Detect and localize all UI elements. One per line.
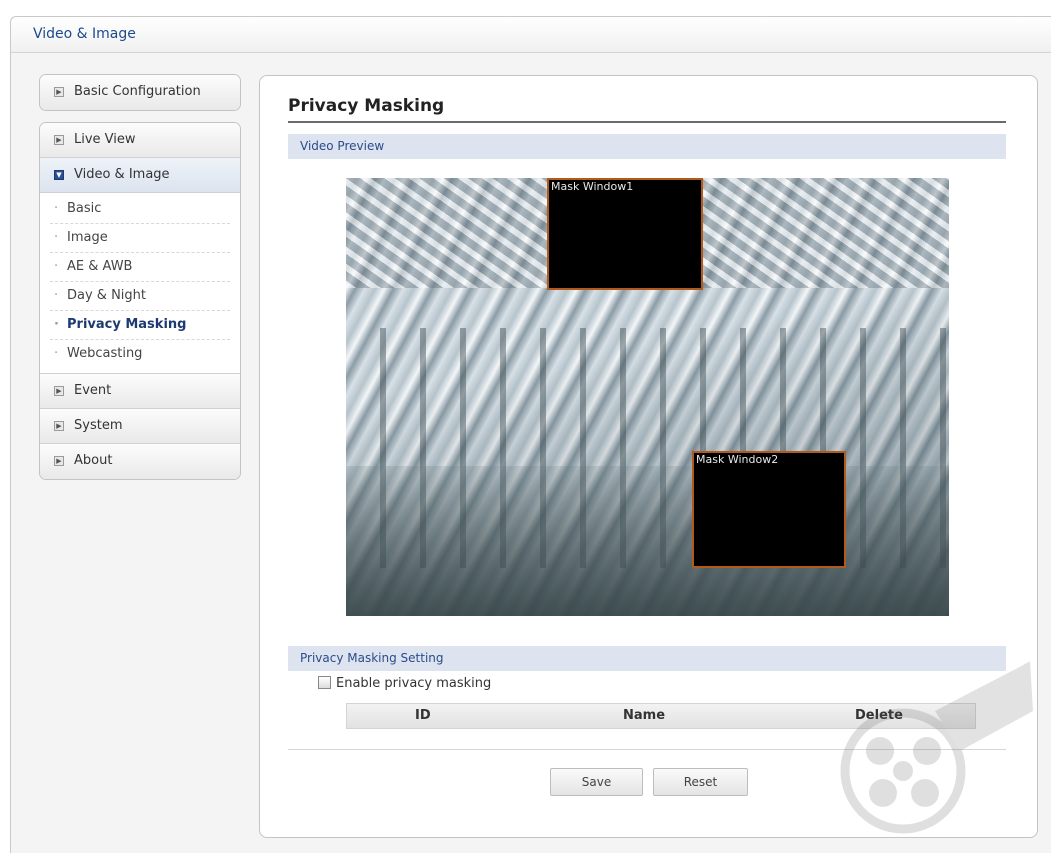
- sidebar-item-basic-configuration[interactable]: ▶ Basic Configuration: [40, 75, 240, 110]
- expand-box-icon: ▶: [54, 135, 64, 145]
- mask-window-2[interactable]: Mask Window2: [692, 451, 846, 568]
- column-header-name: Name: [623, 708, 666, 723]
- page-title: Privacy Masking: [288, 96, 445, 116]
- divider: [288, 749, 1006, 750]
- video-preview-heading: Video Preview: [288, 134, 1006, 159]
- column-header-delete: Delete: [855, 708, 903, 723]
- save-button[interactable]: Save: [550, 768, 643, 796]
- preview-floor: [346, 466, 949, 616]
- collapse-box-icon: ▼: [54, 170, 64, 180]
- sidebar-item-video-image[interactable]: ▼ Video & Image: [40, 158, 240, 193]
- mask-window-1[interactable]: Mask Window1: [547, 178, 703, 290]
- sidebar-subitem-image[interactable]: Image: [50, 224, 230, 253]
- enable-privacy-masking-row: Enable privacy masking: [318, 676, 491, 694]
- title-divider: [288, 121, 1006, 123]
- column-header-id: ID: [415, 708, 431, 723]
- video-preview[interactable]: Mask Window1 Mask Window2: [346, 178, 949, 616]
- mask-table-header: ID Name Delete: [346, 703, 976, 729]
- expand-box-icon: ▶: [54, 421, 64, 431]
- sidebar-basic-group: ▶ Basic Configuration: [39, 74, 241, 111]
- privacy-masking-setting-heading: Privacy Masking Setting: [288, 646, 1006, 671]
- sidebar-item-event[interactable]: ▶ Event: [40, 374, 240, 409]
- app-frame: Video & Image ▶ Basic Configuration ▶ Li…: [10, 16, 1051, 853]
- sidebar-main-group: ▶ Live View ▼ Video & Image Basic Image …: [39, 122, 241, 480]
- expand-box-icon: ▶: [54, 456, 64, 466]
- sidebar-subitem-basic[interactable]: Basic: [50, 195, 230, 224]
- sidebar-subitem-day-night[interactable]: Day & Night: [50, 282, 230, 311]
- mask-window-label: Mask Window1: [551, 180, 634, 193]
- enable-privacy-masking-checkbox[interactable]: [318, 676, 331, 689]
- expand-box-icon: ▶: [54, 87, 64, 97]
- title-bar: Video & Image: [11, 17, 1051, 53]
- sidebar-item-about[interactable]: ▶ About: [40, 444, 240, 479]
- window-title: Video & Image: [33, 26, 136, 42]
- sidebar-subitem-ae-awb[interactable]: AE & AWB: [50, 253, 230, 282]
- sidebar-submenu-video-image: Basic Image AE & AWB Day & Night Privacy…: [40, 193, 240, 374]
- main-panel: Privacy Masking Video Preview Mask Windo…: [259, 75, 1038, 838]
- enable-privacy-masking-label[interactable]: Enable privacy masking: [336, 676, 491, 691]
- reset-button[interactable]: Reset: [653, 768, 748, 796]
- mask-window-label: Mask Window2: [696, 453, 779, 466]
- expand-box-icon: ▶: [54, 386, 64, 396]
- sidebar-item-live-view[interactable]: ▶ Live View: [40, 123, 240, 158]
- sidebar-item-system[interactable]: ▶ System: [40, 409, 240, 444]
- sidebar-subitem-webcasting[interactable]: Webcasting: [50, 340, 230, 369]
- sidebar-subitem-privacy-masking[interactable]: Privacy Masking: [50, 311, 230, 340]
